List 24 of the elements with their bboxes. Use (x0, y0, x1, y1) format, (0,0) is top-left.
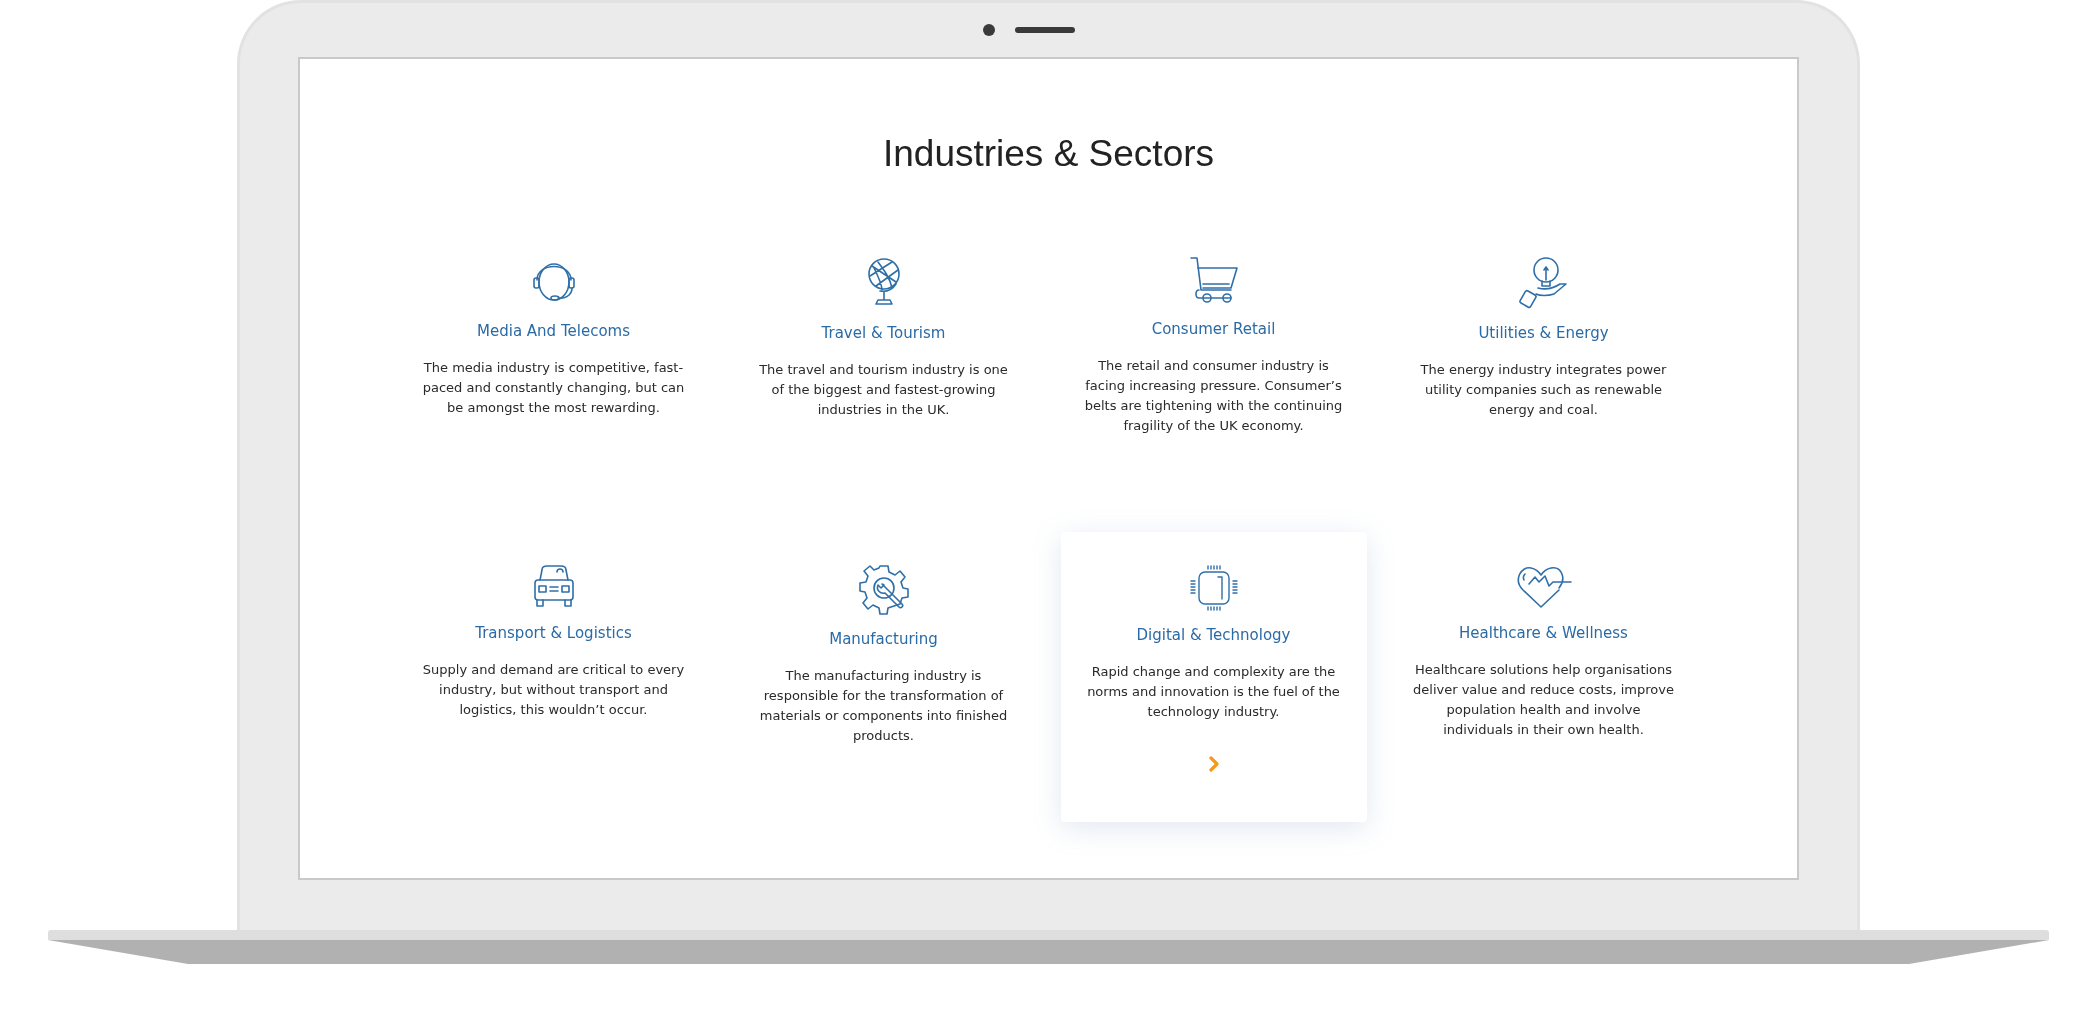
sector-description: The manufacturing industry is responsible for the transformation of materials or components into finished products. (758, 667, 1009, 745)
sector-title: Consumer Retail (1151, 320, 1276, 338)
sector-card[interactable]: Digital & Technology Rapid change and complexity are the norms and innovation is the fuel of the technology industry. (1060, 532, 1367, 822)
sector-description: The retail and consumer industry is facing increasing pressure. Consumer’s belts are tightening with the continuing fragility of the UK economy. (1083, 357, 1344, 435)
sector-title: Media And Telecoms (477, 322, 630, 340)
sector-title: Transport & Logistics (475, 624, 632, 642)
sector-description: The energy industry integrates power utility companies such as renewable energy and coal. (1419, 361, 1668, 419)
camera-icon (982, 24, 995, 36)
page-title: Industries & Sectors (882, 133, 1215, 175)
heart-pulse-icon (1514, 564, 1573, 610)
sector-description: The travel and tourism industry is one of the biggest and fastest-growing industries in the UK. (758, 361, 1009, 419)
car-icon (531, 564, 576, 610)
sector-title: Digital & Technology (1136, 626, 1291, 644)
gear-wrench-icon (857, 564, 910, 616)
sector-description: The media industry is competitive, fast-paced and constantly changing, but can be amongst the most rewarding. (422, 359, 685, 417)
sector-description: Rapid change and complexity are the norms and innovation is the fuel of the technology industry. (1086, 663, 1341, 721)
microchip-icon (1188, 564, 1239, 612)
sector-description: Healthcare solutions help organisations deliver value and reduce costs, improve population health and involve individuals in their own health. (1412, 661, 1675, 739)
sector-title: Manufacturing (829, 630, 938, 648)
sector-title: Travel & Tourism (821, 324, 946, 342)
sector-description: Supply and demand are critical to every industry, but without transport and logistics, this wouldn’t occur. (422, 661, 685, 719)
sector-title: Utilities & Energy (1478, 324, 1609, 342)
sector-title: Healthcare & Wellness (1459, 624, 1628, 642)
speaker-slot (1014, 27, 1075, 33)
